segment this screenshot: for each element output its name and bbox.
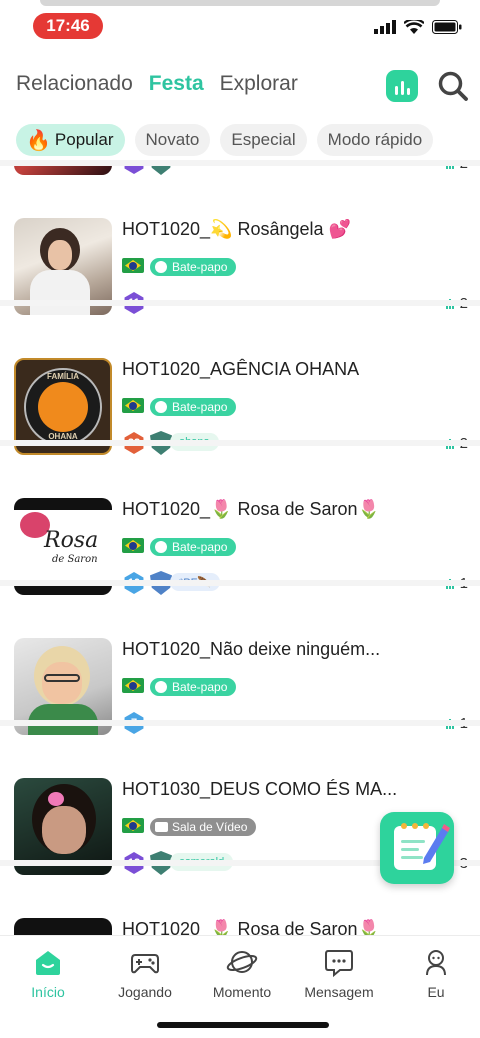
nav-jogando[interactable]: Jogando [100, 946, 190, 1000]
tab-explorar[interactable]: Explorar [220, 72, 298, 96]
search-icon[interactable] [437, 70, 469, 102]
room-type-tag: Bate-papo [150, 538, 237, 556]
chip-label: Popular [54, 130, 114, 149]
planet-icon [226, 951, 258, 973]
row-divider [0, 440, 480, 446]
battery-icon [432, 20, 462, 34]
list-item[interactable]: HOT1020_Não deixe ninguém... Bate-papo 7… [0, 580, 480, 735]
list-item[interactable]: FAMÍLIA OHANA HOT1020_AGÊNCIA OHANA Bate… [0, 300, 480, 455]
row-divider [0, 720, 480, 726]
create-room-button[interactable] [380, 812, 454, 884]
room-type-tag: Sala de Vídeo [150, 818, 257, 836]
wifi-icon [404, 20, 424, 34]
top-tabs: Relacionado Festa Explorar [16, 72, 298, 96]
room-title: HOT1020_AGÊNCIA OHANA [122, 359, 360, 379]
nav-eu[interactable]: Eu [391, 946, 480, 1000]
status-time: 17:46 [33, 13, 103, 39]
home-indicator [157, 1022, 329, 1028]
row-divider [0, 580, 480, 586]
chip-especial[interactable]: Especial [220, 124, 307, 156]
list-item[interactable]: HOT1020_💫 Rosângela 💕 Bate-papo 11 2 [0, 160, 480, 315]
nav-momento[interactable]: Momento [197, 946, 287, 1000]
chat-icon [155, 401, 167, 413]
notepad-pencil-icon [394, 823, 450, 870]
brazil-flag-icon [122, 678, 144, 693]
status-icons [374, 20, 462, 34]
row-divider [0, 160, 480, 166]
room-title: HOT1020_🌷 Rosa de Saron🌷 [122, 499, 380, 519]
live-bars-icon [394, 86, 398, 95]
room-title: HOT1020_🌷 Rosa de Saron🌷 [122, 919, 380, 935]
nav-inicio[interactable]: Início [3, 946, 93, 1000]
brazil-flag-icon [122, 398, 144, 413]
chip-novato[interactable]: Novato [134, 124, 211, 156]
list-item[interactable]: Rosa de Saron HOT1020_🌷 Rosa de Saron🌷 B… [0, 440, 480, 595]
chip-modo-rapido[interactable]: Modo rápido [316, 124, 434, 156]
flame-icon: 🔥 [26, 129, 51, 152]
chat-icon [155, 541, 167, 553]
chat-icon [155, 261, 167, 273]
video-icon [155, 822, 168, 832]
row-divider [0, 300, 480, 306]
chip-popular[interactable]: 🔥 Popular [16, 124, 125, 156]
home-icon [36, 951, 60, 975]
room-type-tag: Bate-papo [150, 678, 237, 696]
brazil-flag-icon [122, 538, 144, 553]
gamepad-icon [131, 954, 159, 974]
signal-icon [374, 20, 396, 34]
filter-chips: 🔥 Popular Novato Especial Modo rápido [16, 124, 434, 156]
live-rooms-button[interactable] [386, 70, 418, 102]
room-type-tag: Bate-papo [150, 258, 237, 276]
top-sheet-handle [40, 0, 440, 6]
profile-icon [426, 950, 446, 976]
nav-mensagem[interactable]: Mensagem [294, 946, 384, 1000]
room-title: HOT1020_Não deixe ninguém... [122, 639, 381, 659]
tab-festa[interactable]: Festa [149, 72, 204, 96]
tab-relacionado[interactable]: Relacionado [16, 72, 133, 96]
brazil-flag-icon [122, 818, 144, 833]
room-avatar [14, 918, 112, 935]
status-bar: 17:46 [0, 0, 480, 52]
chat-bubble-icon [325, 950, 353, 978]
room-title: HOT1020_💫 Rosângela 💕 [122, 219, 351, 239]
room-title: HOT1030_DEUS COMO ÉS MA... [122, 779, 398, 799]
chat-icon [155, 681, 167, 693]
room-type-tag: Bate-papo [150, 398, 237, 416]
brazil-flag-icon [122, 258, 144, 273]
